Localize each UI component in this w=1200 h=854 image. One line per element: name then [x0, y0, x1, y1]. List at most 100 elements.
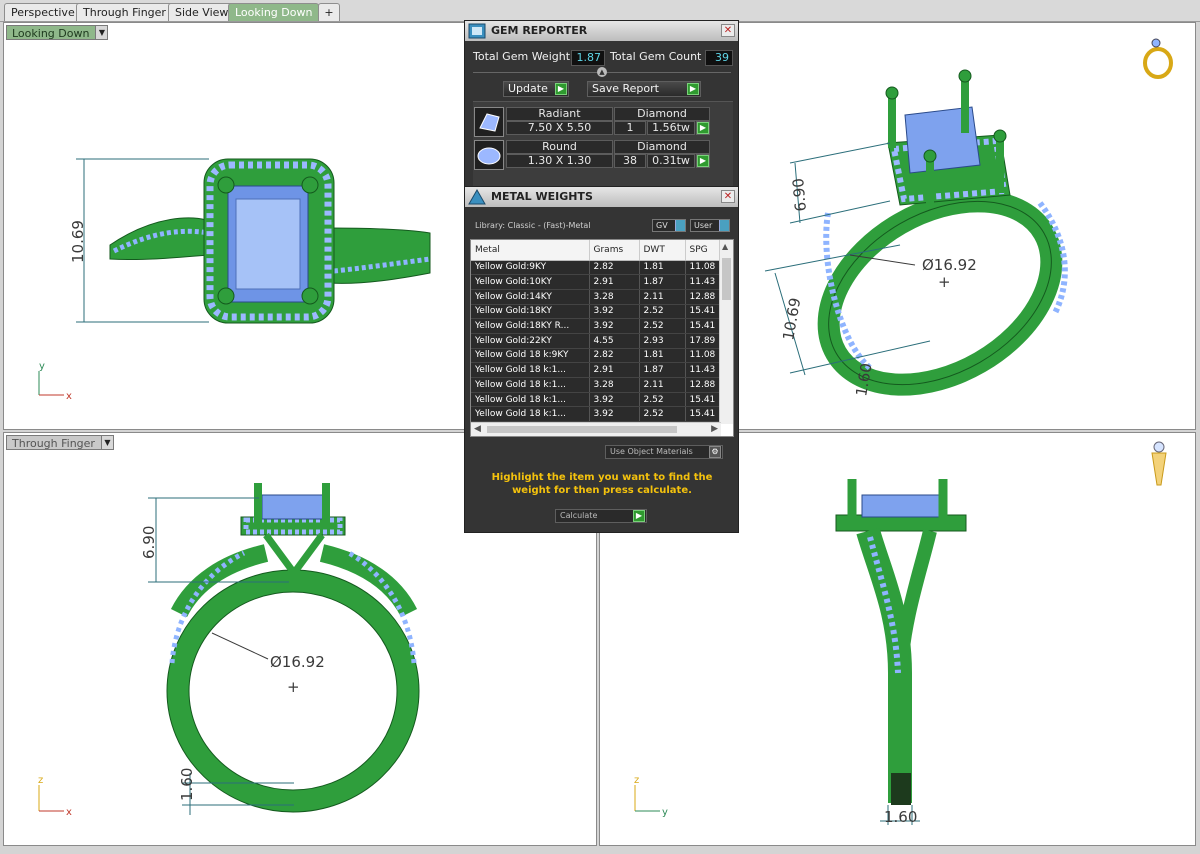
spg-value: 15.41 — [685, 318, 722, 334]
grams-value: 3.92 — [589, 392, 640, 408]
play-icon: ▶ — [555, 83, 567, 95]
play-icon: ▶ — [697, 155, 709, 167]
table-row[interactable]: Yellow Gold:18KY R... 3.92 2.52 15.41 — [471, 318, 722, 334]
viewport-label-looking-down[interactable]: Looking Down ▼ — [6, 25, 109, 40]
tab-side-view[interactable]: Side View — [168, 3, 236, 21]
metal-name: Yellow Gold:18KY — [471, 304, 590, 320]
table-row[interactable]: Yellow Gold 18 k:1... 3.92 2.52 15.41 — [471, 392, 722, 408]
close-icon[interactable]: ✕ — [721, 24, 735, 37]
spg-value: 11.43 — [685, 362, 722, 378]
dwt-value: 2.11 — [639, 289, 686, 305]
tab-perspective[interactable]: Perspective — [4, 3, 82, 21]
gem-row-round[interactable]: Round Diamond 1.30 X 1.30 38 0.31tw ▶ — [473, 140, 733, 170]
dimension-height-label: 10.69 — [69, 220, 87, 263]
total-gem-weight-value: 1.87 — [571, 50, 605, 66]
table-row[interactable]: Yellow Gold:9KY 2.82 1.81 11.08 — [471, 260, 722, 276]
table-row[interactable]: Yellow Gold 18 k:1... 3.28 2.11 12.88 — [471, 377, 722, 393]
table-row[interactable]: Yellow Gold 18 k:1... 2.91 1.87 11.43 — [471, 362, 722, 378]
grams-value: 2.91 — [589, 274, 640, 290]
gem-weight: 1.56tw — [647, 121, 695, 135]
radiant-gem-icon — [474, 107, 504, 137]
table-row[interactable]: Yellow Gold 18 k:9KY 2.82 1.81 11.08 — [471, 348, 722, 364]
vertical-scrollbar[interactable]: ▲ — [719, 240, 733, 424]
update-button[interactable]: Update ▶ — [503, 81, 569, 97]
grams-value: 4.55 — [589, 333, 640, 349]
axis-y-label: y — [662, 807, 668, 818]
metal-name: Yellow Gold:14KY — [471, 289, 590, 305]
axis-z-label: z — [38, 775, 43, 786]
gv-toggle[interactable]: GV — [652, 219, 686, 232]
metal-library-label: Library: Classic - (Fast)-Metal — [475, 221, 591, 230]
grams-value: 3.92 — [589, 406, 640, 423]
ring-diameter-label: Ø16.92 — [922, 256, 977, 274]
save-report-button[interactable]: Save Report ▶ — [587, 81, 701, 97]
spg-value: 15.41 — [685, 406, 722, 423]
add-tab-button[interactable]: + — [318, 3, 340, 21]
tab-through-finger[interactable]: Through Finger — [76, 3, 173, 21]
user-toggle[interactable]: User — [690, 219, 730, 232]
gem-count: 38 — [614, 154, 646, 168]
dwt-value: 1.81 — [639, 348, 686, 364]
table-row[interactable]: Yellow Gold:22KY 4.55 2.93 17.89 — [471, 333, 722, 349]
axis-y-label: y — [39, 361, 45, 372]
grams-value: 2.82 — [589, 260, 640, 276]
spg-value: 11.08 — [685, 348, 722, 364]
play-icon: ▶ — [687, 83, 699, 95]
collapse-handle-icon[interactable]: ▲ — [597, 67, 607, 77]
axis-z-label: z — [634, 775, 639, 786]
grams-value: 3.92 — [589, 304, 640, 320]
scroll-right-icon[interactable]: ▶ — [711, 424, 718, 434]
chevron-down-icon[interactable]: ▼ — [100, 436, 113, 449]
table-row[interactable]: Yellow Gold 18 k:1... 3.92 2.52 15.41 — [471, 406, 722, 423]
column-header-spg[interactable]: SPG — [685, 240, 722, 261]
horizontal-scrollbar[interactable]: ◀ ▶ — [471, 422, 721, 436]
metal-name: Yellow Gold:10KY — [471, 274, 590, 290]
column-header-dwt[interactable]: DWT — [639, 240, 686, 261]
scroll-thumb[interactable] — [487, 426, 677, 433]
play-icon: ▶ — [633, 510, 645, 522]
dimension-prong-height-label: 6.90 — [789, 177, 810, 212]
dimension-shank-label: 1.60 — [178, 768, 196, 801]
metal-name: Yellow Gold 18 k:1... — [471, 362, 590, 378]
axis-x-label: x — [66, 807, 72, 818]
center-mark: + — [938, 273, 951, 291]
viewport-label-through-finger[interactable]: Through Finger ▼ — [6, 435, 114, 450]
round-gem-icon — [474, 140, 504, 170]
axis-x-label: x — [66, 391, 72, 402]
table-row[interactable]: Yellow Gold:18KY 3.92 2.52 15.41 — [471, 304, 722, 320]
dwt-value: 2.52 — [639, 406, 686, 423]
chevron-down-icon[interactable]: ▼ — [95, 26, 108, 39]
gem-type: Diamond — [614, 140, 710, 154]
total-gem-weight-label: Total Gem Weight — [473, 50, 571, 63]
gem-reporter-titlebar[interactable]: GEM REPORTER ✕ — [465, 21, 738, 41]
gem-size: 1.30 X 1.30 — [506, 154, 613, 168]
column-header-grams[interactable]: Grams — [589, 240, 640, 261]
gem-size: 7.50 X 5.50 — [506, 121, 613, 135]
metal-weights-titlebar[interactable]: METAL WEIGHTS ✕ — [465, 187, 738, 207]
column-header-metal[interactable]: Metal — [471, 240, 590, 261]
gem-type: Diamond — [614, 107, 710, 121]
metal-name: Yellow Gold:9KY — [471, 260, 590, 276]
use-object-materials-button[interactable]: Use Object Materials ⚙ — [605, 445, 723, 459]
dimension-height-label: 10.69 — [779, 296, 804, 341]
dwt-value: 2.52 — [639, 392, 686, 408]
view-tab-bar: Perspective Through Finger Side View Loo… — [0, 0, 1200, 22]
scroll-thumb[interactable] — [722, 258, 731, 300]
gem-select-button[interactable]: ▶ — [696, 154, 710, 168]
scroll-left-icon[interactable]: ◀ — [474, 424, 481, 434]
toggle-icon — [719, 220, 729, 231]
calculate-button[interactable]: Calculate ▶ — [555, 509, 647, 523]
spg-value: 11.43 — [685, 274, 722, 290]
toggle-icon — [675, 220, 685, 231]
tab-looking-down[interactable]: Looking Down — [228, 3, 320, 21]
gem-select-button[interactable]: ▶ — [696, 121, 710, 135]
table-row[interactable]: Yellow Gold:10KY 2.91 1.87 11.43 — [471, 274, 722, 290]
gem-shape: Round — [506, 140, 613, 154]
table-row[interactable]: Yellow Gold:14KY 3.28 2.11 12.88 — [471, 289, 722, 305]
metal-weights-table[interactable]: Metal Grams DWT SPG Yellow Gold:9KY 2.82 1… — [470, 239, 734, 437]
close-icon[interactable]: ✕ — [721, 190, 735, 203]
play-icon: ▶ — [697, 122, 709, 134]
metal-name: Yellow Gold 18 k:9KY — [471, 348, 590, 364]
scroll-up-icon[interactable]: ▲ — [722, 242, 728, 251]
gem-row-radiant[interactable]: Radiant Diamond 7.50 X 5.50 1 1.56tw ▶ — [473, 107, 733, 137]
